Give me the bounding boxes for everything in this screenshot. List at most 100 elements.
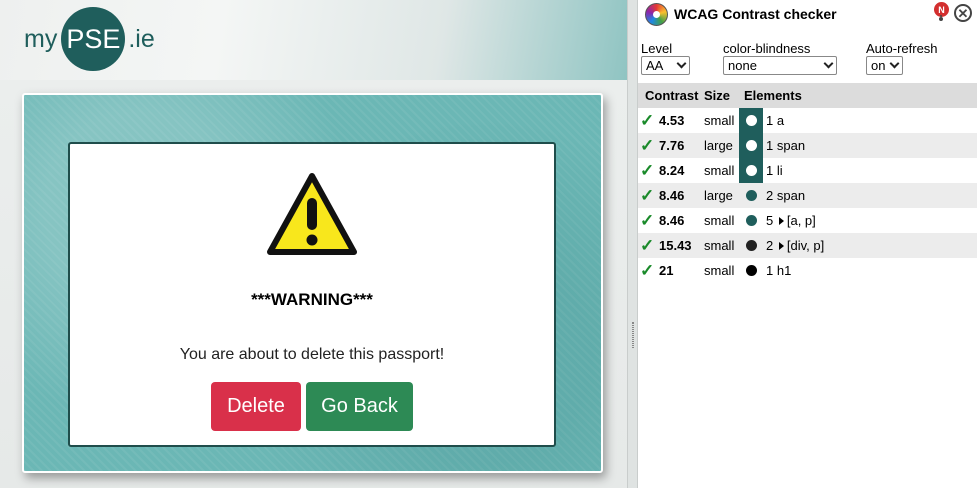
element-names: li [776, 163, 783, 178]
contrast-checker-panel: WCAG Contrast checker N ✕ Level AA color… [638, 0, 977, 488]
element-summary: 1 li [766, 158, 783, 183]
color-wheel-icon [645, 3, 668, 26]
table-body: ✓ 4.53 small 1 a ✓ 7.76 large 1 span ✓ 8.24 small 1… [638, 108, 977, 283]
table-row[interactable]: ✓ 8.46 large 2 span [638, 183, 977, 208]
table-row[interactable]: ✓ 21 small 1 h1 [638, 258, 977, 283]
site-header: my PSE .ie [0, 0, 627, 80]
contrast-ratio: 4.53 [659, 113, 685, 128]
table-row[interactable]: ✓ 15.43 small 2 [div, p] [638, 233, 977, 258]
auto-refresh-label: Auto-refresh [866, 41, 938, 56]
delete-button[interactable]: Delete [211, 382, 301, 431]
foreground-dot [746, 215, 757, 226]
contrast-table: Contrast Size Elements ✓ 4.53 small 1 a ✓ 7.7… [638, 83, 977, 283]
text-size: small [704, 238, 735, 253]
warning-title: ***WARNING*** [251, 290, 373, 309]
level-label: Level [641, 41, 673, 56]
element-names: h1 [776, 263, 792, 278]
column-elements: Elements [744, 88, 802, 103]
level-select[interactable]: AA [641, 56, 690, 75]
element-summary[interactable]: 5 [a, p] [766, 208, 816, 233]
table-row[interactable]: ✓ 8.46 small 5 [a, p] [638, 208, 977, 233]
warning-dialog: ***WARNING*** You are about to delete th… [68, 142, 556, 447]
chevron-down-icon [823, 58, 834, 69]
foreground-dot [746, 115, 757, 126]
color-swatch [739, 208, 763, 233]
table-row[interactable]: ✓ 4.53 small 1 a [638, 108, 977, 133]
grip-icon [632, 322, 634, 348]
chevron-down-icon [676, 58, 687, 69]
auto-refresh-value: on [871, 58, 886, 73]
site-logo[interactable]: my PSE .ie [24, 4, 155, 74]
element-summary: 1 a [766, 108, 784, 133]
pass-check-icon: ✓ [640, 236, 655, 255]
panel-resize-handle[interactable] [627, 0, 638, 488]
foreground-dot [746, 265, 757, 276]
element-names: [div, p] [786, 238, 825, 253]
expand-triangle-icon[interactable] [778, 217, 784, 225]
logo-badge: PSE [61, 7, 126, 71]
text-size: small [704, 213, 735, 228]
foreground-dot [746, 165, 757, 176]
logo-prefix: my [24, 24, 58, 53]
color-blindness-value: none [728, 58, 757, 73]
element-names: [a, p] [786, 213, 816, 228]
column-size: Size [704, 88, 731, 103]
contrast-ratio: 8.46 [659, 213, 685, 228]
pass-check-icon: ✓ [640, 111, 655, 130]
foreground-dot [746, 190, 757, 201]
contrast-ratio: 8.46 [659, 188, 685, 203]
contrast-ratio: 15.43 [659, 238, 692, 253]
element-names: span [776, 138, 806, 153]
warning-icon [267, 173, 357, 255]
panel-header: WCAG Contrast checker N ✕ [638, 0, 977, 30]
element-count: 5 [766, 213, 774, 228]
text-size: small [704, 263, 735, 278]
go-back-button[interactable]: Go Back [306, 382, 413, 431]
element-names: span [776, 188, 806, 203]
color-swatch [739, 133, 763, 158]
element-count: 2 [766, 238, 774, 253]
element-summary: 2 span [766, 183, 805, 208]
color-swatch [739, 158, 763, 183]
notification-icon[interactable]: N [934, 2, 949, 21]
expand-triangle-icon[interactable] [778, 242, 784, 250]
table-row[interactable]: ✓ 7.76 large 1 span [638, 133, 977, 158]
element-summary: 1 h1 [766, 258, 791, 283]
color-blindness-label: color-blindness [723, 41, 811, 56]
color-swatch [739, 183, 763, 208]
pass-check-icon: ✓ [640, 161, 655, 180]
color-swatch [739, 233, 763, 258]
contrast-ratio: 8.24 [659, 163, 685, 178]
pass-check-icon: ✓ [640, 211, 655, 230]
logo-suffix: .ie [128, 24, 155, 53]
pass-check-icon: ✓ [640, 136, 655, 155]
element-summary[interactable]: 2 [div, p] [766, 233, 824, 258]
close-icon[interactable]: ✕ [954, 4, 972, 22]
chevron-down-icon [889, 58, 900, 69]
pass-check-icon: ✓ [640, 186, 655, 205]
text-size: small [704, 163, 735, 178]
foreground-dot [746, 140, 757, 151]
panel-title: WCAG Contrast checker [674, 6, 837, 22]
contrast-ratio: 7.76 [659, 138, 685, 153]
warning-message: You are about to delete this passport! [179, 346, 445, 363]
foreground-dot [746, 240, 757, 251]
auto-refresh-select[interactable]: on [866, 56, 903, 75]
color-swatch [739, 108, 763, 133]
element-count: 1 [766, 163, 774, 178]
table-row[interactable]: ✓ 8.24 small 1 li [638, 158, 977, 183]
element-summary: 1 span [766, 133, 805, 158]
text-size: small [704, 113, 735, 128]
pass-check-icon: ✓ [640, 261, 655, 280]
element-count: 2 [766, 188, 774, 203]
website-page: my PSE .ie ***WARNING*** You are about t… [0, 0, 627, 488]
text-size: large [704, 138, 733, 153]
element-count: 1 [766, 113, 774, 128]
column-contrast: Contrast [645, 88, 699, 103]
level-value: AA [646, 58, 664, 73]
element-count: 1 [766, 263, 774, 278]
element-count: 1 [766, 138, 774, 153]
color-swatch [739, 258, 763, 283]
element-names: a [776, 113, 785, 128]
color-blindness-select[interactable]: none [723, 56, 837, 75]
